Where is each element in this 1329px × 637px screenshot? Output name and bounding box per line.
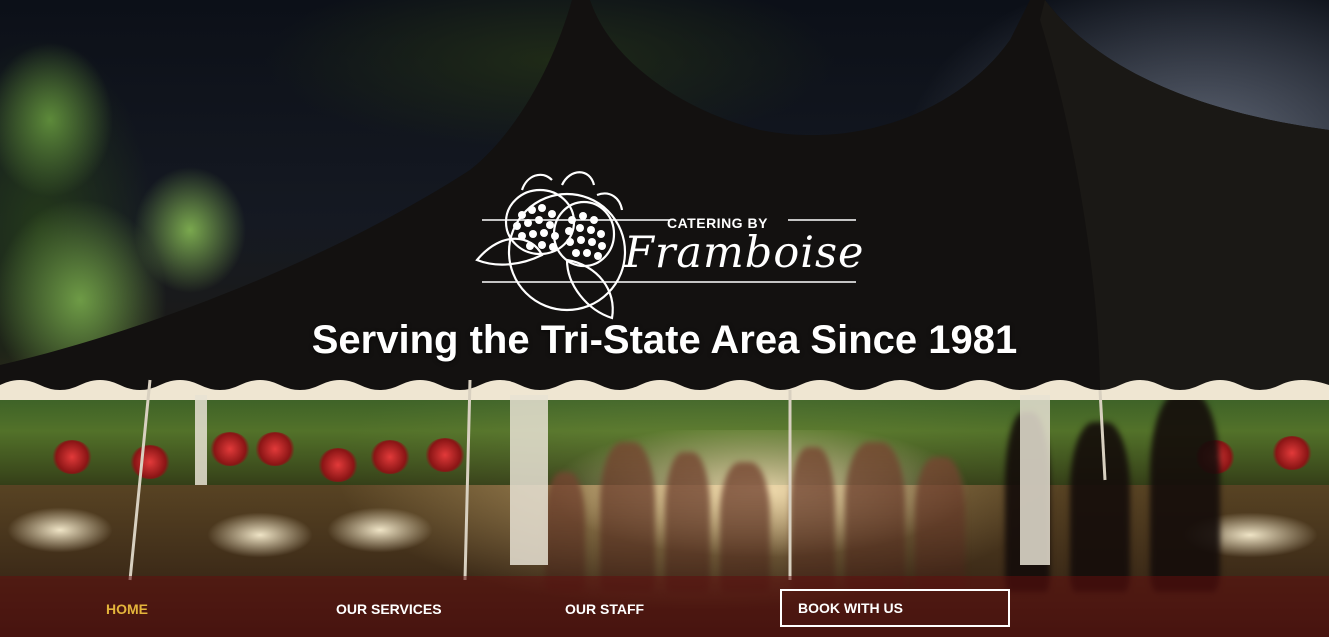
brand-logo[interactable]: CATERING BY Framboise	[472, 160, 865, 320]
nav-our-staff[interactable]: OUR STAFF	[565, 601, 644, 617]
hero-tagline: Serving the Tri-State Area Since 1981	[311, 318, 1018, 362]
main-nav: HOME OUR SERVICES OUR STAFF BOOK WITH US	[0, 576, 1329, 637]
logo-wordmark: Framboise	[624, 228, 865, 278]
nav-home[interactable]: HOME	[106, 601, 148, 617]
book-with-us-button[interactable]: BOOK WITH US	[780, 589, 1010, 627]
nav-our-services[interactable]: OUR SERVICES	[336, 601, 442, 617]
